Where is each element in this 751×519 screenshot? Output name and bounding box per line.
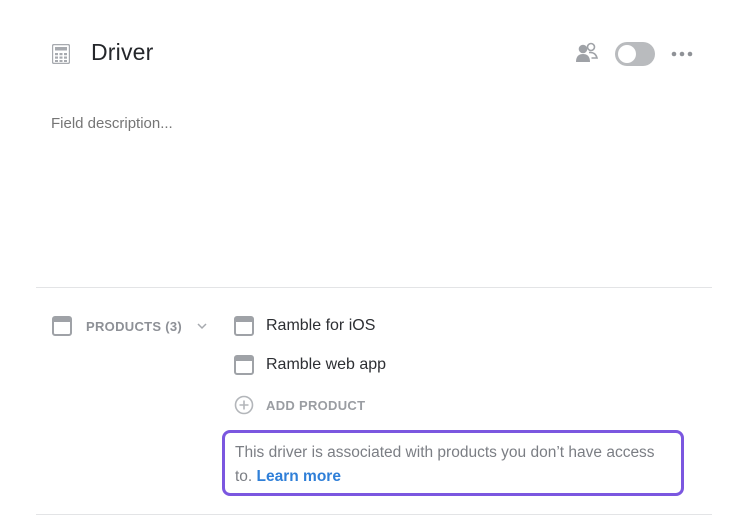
add-product-label: ADD PRODUCT <box>266 398 366 413</box>
field-description-input[interactable] <box>51 115 691 132</box>
products-label: PRODUCTS (3) <box>86 319 183 334</box>
plus-circle-icon <box>234 395 254 415</box>
learn-more-link[interactable]: Learn more <box>257 468 341 485</box>
people-icon[interactable] <box>575 42 599 64</box>
access-notice: This driver is associated with products … <box>222 430 684 496</box>
visibility-toggle[interactable] <box>615 42 655 66</box>
divider <box>36 287 712 288</box>
field-header: Driver <box>0 0 751 108</box>
divider <box>36 514 712 515</box>
product-icon <box>52 316 72 336</box>
calculator-icon <box>52 44 70 64</box>
page-title: Driver <box>91 39 154 65</box>
product-name: Ramble for iOS <box>266 317 376 334</box>
product-name: Ramble web app <box>266 356 387 373</box>
chevron-down-icon <box>197 323 207 330</box>
product-icon <box>234 316 254 336</box>
toggle-knob <box>618 45 636 63</box>
product-icon <box>234 355 254 375</box>
more-icon[interactable] <box>670 47 694 61</box>
